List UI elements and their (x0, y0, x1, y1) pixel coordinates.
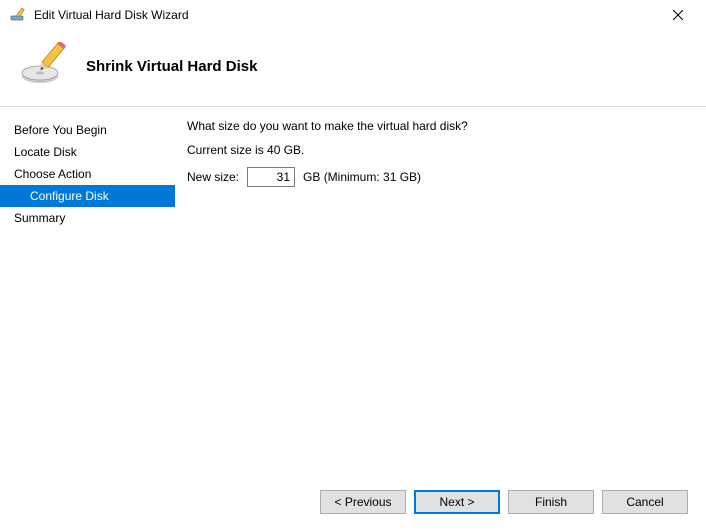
new-size-input[interactable] (247, 167, 295, 187)
close-icon (673, 10, 683, 20)
finish-button[interactable]: Finish (508, 490, 594, 514)
step-locate-disk[interactable]: Locate Disk (0, 141, 175, 163)
prompt-text: What size do you want to make the virtua… (187, 119, 686, 133)
wizard-footer: < Previous Next > Finish Cancel (0, 474, 706, 530)
new-size-label: New size: (187, 170, 239, 184)
step-before-you-begin[interactable]: Before You Begin (0, 119, 175, 141)
window-title: Edit Virtual Hard Disk Wizard (34, 8, 658, 22)
app-icon (10, 7, 26, 23)
size-unit-min: GB (Minimum: 31 GB) (303, 170, 421, 184)
disk-pencil-icon (20, 42, 68, 90)
cancel-button[interactable]: Cancel (602, 490, 688, 514)
wizard-steps-sidebar: Before You Begin Locate Disk Choose Acti… (0, 107, 175, 474)
previous-button[interactable]: < Previous (320, 490, 406, 514)
wizard-body: Before You Begin Locate Disk Choose Acti… (0, 107, 706, 474)
titlebar: Edit Virtual Hard Disk Wizard (0, 0, 706, 30)
current-size-text: Current size is 40 GB. (187, 143, 686, 157)
new-size-row: New size: GB (Minimum: 31 GB) (187, 167, 686, 187)
close-button[interactable] (658, 1, 698, 29)
step-choose-action[interactable]: Choose Action (0, 163, 175, 185)
wizard-content: What size do you want to make the virtua… (175, 107, 706, 474)
page-title: Shrink Virtual Hard Disk (86, 58, 257, 75)
step-configure-disk[interactable]: Configure Disk (0, 185, 175, 207)
step-summary[interactable]: Summary (0, 207, 175, 229)
wizard-header: Shrink Virtual Hard Disk (0, 30, 706, 107)
next-button[interactable]: Next > (414, 490, 500, 514)
